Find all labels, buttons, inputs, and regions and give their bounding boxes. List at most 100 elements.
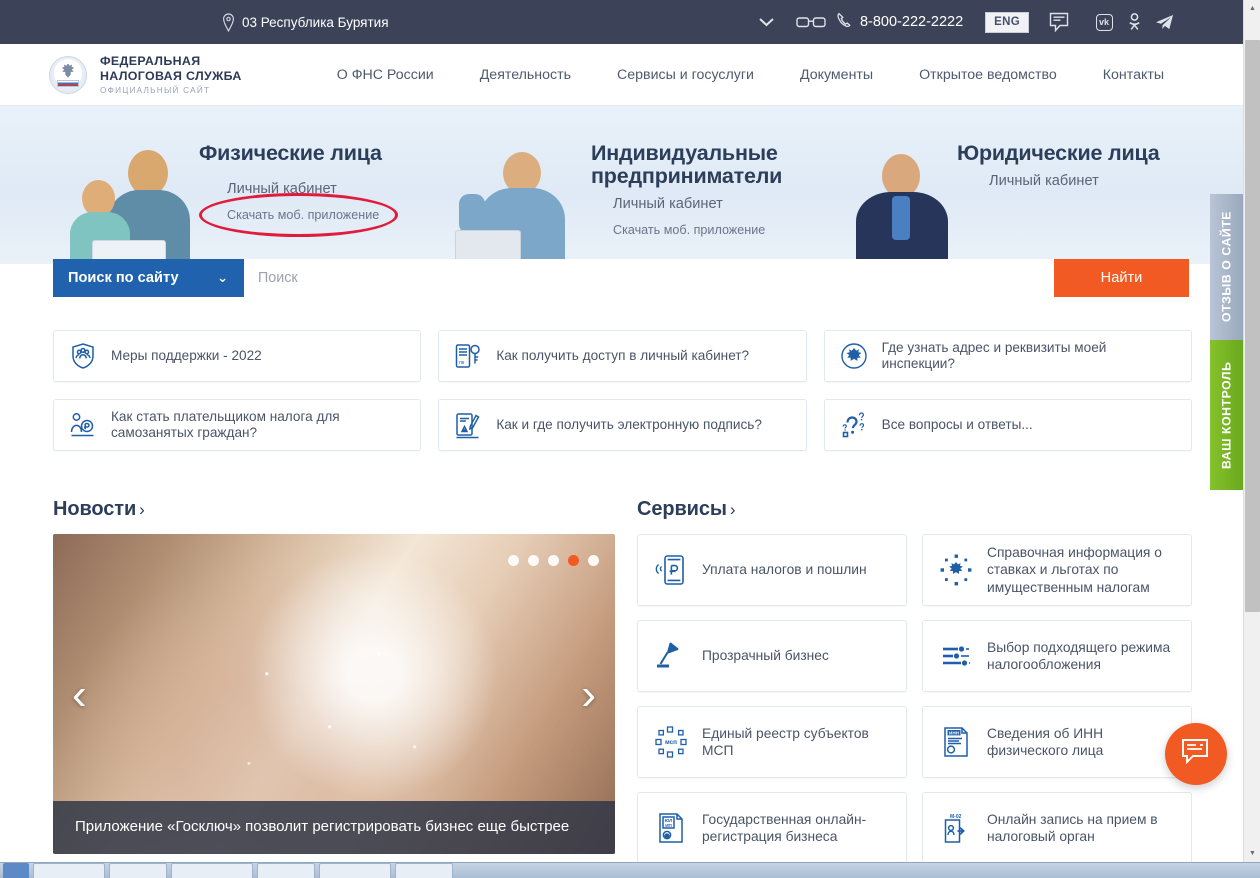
phone-number: 8-800-222-2222: [859, 14, 964, 30]
language-switch-button[interactable]: ENG: [985, 11, 1029, 33]
taskbar-item[interactable]: [33, 863, 105, 878]
hero-title-legal-entities: Юридические лица: [957, 141, 1160, 165]
service-tax-regime-selection[interactable]: Выбор подходящего режима налогообложения: [922, 620, 1192, 692]
hero-link-personal-account-entrepreneurs[interactable]: Личный кабинет: [613, 196, 851, 212]
carousel-dot[interactable]: [588, 555, 599, 566]
sliders-icon: [939, 639, 973, 673]
news-section-header[interactable]: Новости ›: [53, 498, 145, 521]
search-submit-button[interactable]: Найти: [1054, 259, 1189, 297]
chat-fab-button[interactable]: [1165, 723, 1227, 785]
carousel-next-button[interactable]: ›: [581, 673, 596, 717]
scroll-down-button[interactable]: ▼: [1244, 845, 1260, 862]
hero-link-download-app-individuals[interactable]: Скачать моб. приложение: [227, 208, 449, 222]
scrollbar-thumb[interactable]: [1245, 40, 1260, 612]
search-scope-label: Поиск по сайту: [68, 270, 179, 286]
key-card-icon: пк: [453, 341, 483, 371]
scroll-up-button[interactable]: ▲: [1244, 0, 1260, 17]
page-viewport: 03 Республика Бурятия 8-800-222-2222 ENG…: [0, 0, 1243, 862]
nav-item-activity[interactable]: Деятельность: [457, 67, 594, 83]
logo-text: ФЕДЕРАЛЬНАЯ НАЛОГОВАЯ СЛУЖБА ОФИЦИАЛЬНЫЙ…: [100, 54, 242, 95]
svg-text:М-02: М-02: [950, 814, 962, 820]
logo-line-2: НАЛОГОВАЯ СЛУЖБА: [100, 68, 242, 83]
search-scope-dropdown[interactable]: Поиск по сайту ⌄: [53, 259, 244, 297]
carousel-prev-button[interactable]: ‹: [72, 673, 87, 717]
service-inn-info[interactable]: ИНН Сведения об ИНН физического лица: [922, 706, 1192, 778]
carousel-dot-active[interactable]: [568, 555, 579, 566]
site-logo[interactable]: ФЕДЕРАЛЬНАЯ НАЛОГОВАЯ СЛУЖБА ОФИЦИАЛЬНЫЙ…: [49, 54, 242, 95]
quicklink-self-employed[interactable]: Как стать плательщиком налога для самоза…: [53, 399, 422, 451]
quicklink-label: Как и где получить электронную подпись?: [496, 417, 762, 432]
odnoklassniki-icon[interactable]: [1119, 0, 1149, 44]
quicklink-faq[interactable]: Все вопросы и ответы...: [823, 399, 1192, 451]
service-label: Онлайн запись на прием в налоговый орган: [987, 811, 1158, 845]
hero-image-legal-entities: [848, 144, 956, 264]
location-pin-icon: [222, 12, 235, 32]
emblem-circle-icon: [839, 341, 869, 371]
chevron-right-icon: ›: [139, 500, 145, 519]
site-search-bar: Поиск по сайту ⌄ Найти: [53, 259, 1189, 297]
news-slide-caption[interactable]: Приложение «Госключ» позволит регистриро…: [53, 801, 615, 854]
region-selector[interactable]: 03 Республика Бурятия: [222, 12, 389, 32]
glasses-icon[interactable]: [785, 0, 837, 44]
signature-doc-icon: [453, 410, 483, 440]
chevron-down-icon[interactable]: [749, 0, 785, 44]
taskbar-item[interactable]: [395, 863, 453, 878]
services-section-header[interactable]: Сервисы ›: [637, 498, 736, 521]
emblem-network-icon: [939, 553, 973, 587]
taskbar-item[interactable]: [109, 863, 167, 878]
appointment-door-icon: М-02: [939, 811, 973, 845]
hero-title-entrepreneurs: Индивидуальные предприниматели: [591, 141, 783, 188]
quicklink-electronic-signature[interactable]: Как и где получить электронную подпись?: [438, 399, 807, 451]
logo-subtitle: ОФИЦИАЛЬНЫЙ САЙТ: [100, 86, 211, 95]
quicklink-personal-account-access[interactable]: пк Как получить доступ в личный кабинет?: [438, 330, 807, 382]
service-online-business-registration[interactable]: ЮЛ ИП Государственная онлайн-регистрация…: [637, 792, 907, 862]
logo-line-1: ФЕДЕРАЛЬНАЯ: [100, 54, 201, 68]
hero-column-entrepreneurs: Индивидуальные предприниматели Личный ка…: [591, 106, 851, 264]
support-phone[interactable]: 8-800-222-2222: [837, 12, 963, 32]
carousel-dot[interactable]: [548, 555, 559, 566]
hero-link-download-app-entrepreneurs[interactable]: Скачать моб. приложение: [613, 223, 851, 237]
search-input[interactable]: [244, 259, 1054, 297]
sidetab-site-feedback[interactable]: ОТЗЫВ О САЙТЕ: [1210, 194, 1243, 340]
nav-item-services[interactable]: Сервисы и госуслуги: [594, 67, 777, 83]
carousel-dot[interactable]: [508, 555, 519, 566]
hero-link-personal-account-legal[interactable]: Личный кабинет: [989, 173, 1187, 189]
telegram-icon[interactable]: [1149, 0, 1179, 44]
nav-item-documents[interactable]: Документы: [777, 67, 896, 83]
vk-icon[interactable]: vk: [1089, 0, 1119, 44]
quicklink-label: Как получить доступ в личный кабинет?: [496, 348, 750, 363]
svg-text:ИП: ИП: [665, 823, 672, 828]
service-rates-benefits-info[interactable]: Справочная информация о ставках и льгота…: [922, 534, 1192, 606]
browser-scrollbar[interactable]: ▲ ▼: [1243, 0, 1260, 862]
service-transparent-business[interactable]: Прозрачный бизнес: [637, 620, 907, 692]
taskbar-item[interactable]: [319, 863, 391, 878]
nav-item-about[interactable]: О ФНС России: [314, 67, 457, 83]
inn-document-icon: ИНН: [939, 725, 973, 759]
nav-item-contacts[interactable]: Контакты: [1080, 67, 1187, 83]
top-bar-right-group: 8-800-222-2222 ENG vk: [749, 0, 1243, 44]
fns-emblem-icon: [49, 55, 87, 94]
hero-column-individuals: Физические лица Личный кабинет Скачать м…: [199, 106, 449, 264]
hero-link-personal-account-individuals[interactable]: Личный кабинет: [227, 181, 449, 197]
service-tax-payment[interactable]: Уплата налогов и пошлин: [637, 534, 907, 606]
service-msp-registry[interactable]: мсп Единый реестр субъектов МСП: [637, 706, 907, 778]
nav-item-open-agency[interactable]: Открытое ведомство: [896, 67, 1080, 83]
service-label: Единый реестр субъектов МСП: [702, 725, 869, 759]
service-online-appointment[interactable]: М-02 Онлайн запись на прием в налоговый …: [922, 792, 1192, 862]
taskbar-item[interactable]: [171, 863, 253, 878]
message-icon[interactable]: [1045, 0, 1075, 44]
svg-text:пк: пк: [459, 360, 465, 366]
sidetab-your-control[interactable]: ВАШ КОНТРОЛЬ: [1210, 340, 1243, 490]
taskbar-item[interactable]: [257, 863, 315, 878]
carousel-dot[interactable]: [528, 555, 539, 566]
avatar: [892, 196, 910, 240]
start-button[interactable]: [3, 863, 29, 878]
side-tabs: ОТЗЫВ О САЙТЕ ВАШ КОНТРОЛЬ: [1210, 194, 1243, 490]
news-carousel[interactable]: ‹ › Приложение «Госключ» позволит регист…: [53, 534, 615, 854]
service-label: Уплата налогов и пошлин: [702, 562, 867, 578]
svg-text:ИНН: ИНН: [949, 730, 960, 735]
service-label: Выбор подходящего режима налогообложения: [987, 639, 1171, 673]
quicklink-support-measures[interactable]: Меры поддержки - 2022: [53, 330, 422, 382]
quicklink-inspection-address[interactable]: Где узнать адрес и реквизиты моей инспек…: [823, 330, 1192, 382]
services-title: Сервисы: [637, 498, 727, 520]
